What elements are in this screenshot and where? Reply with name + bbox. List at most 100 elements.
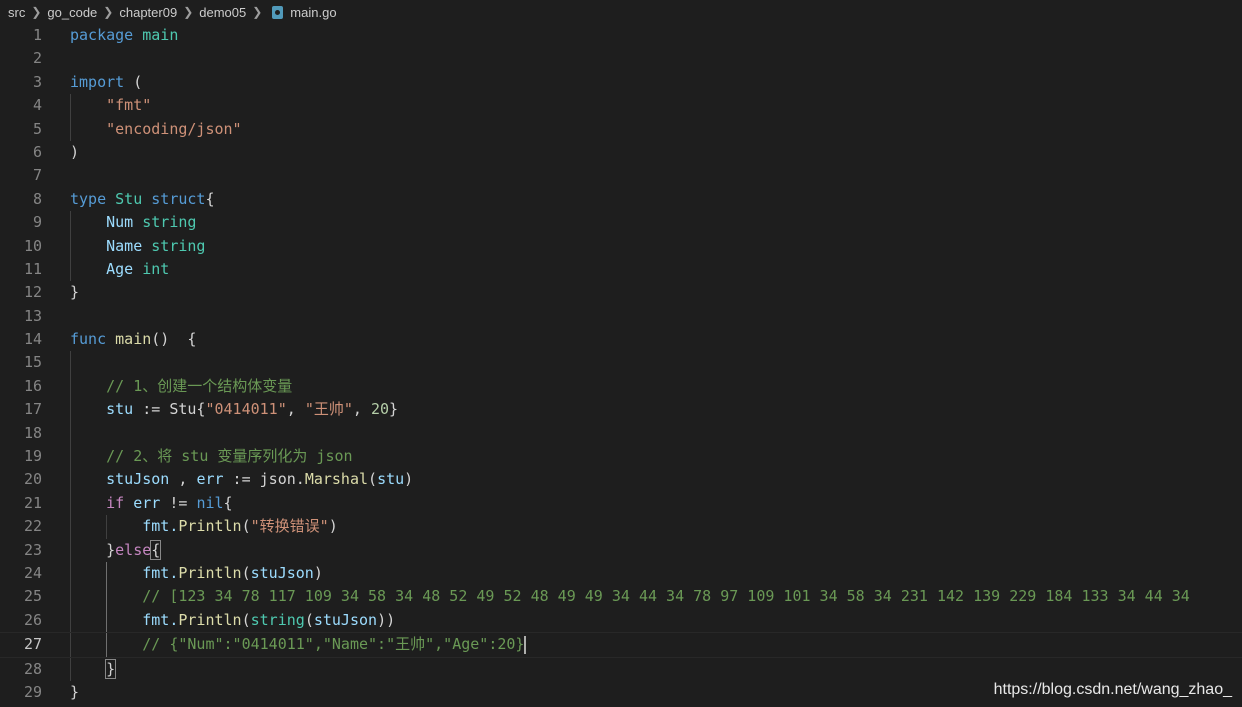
breadcrumb-item-src[interactable]: src bbox=[8, 5, 25, 20]
code-token: } bbox=[389, 400, 399, 419]
code-line[interactable]: 24 fmt.Println(stuJson) bbox=[0, 561, 1242, 586]
line-number: 23 bbox=[23, 540, 42, 559]
code-line-current[interactable]: 27 // {"Num":"0414011","Name":"王帅","Age"… bbox=[0, 632, 1242, 658]
code-token: != bbox=[160, 493, 197, 512]
chevron-right-icon: ❯ bbox=[183, 5, 194, 19]
code-line[interactable]: 10 Name string bbox=[0, 234, 1242, 258]
code-line[interactable]: 7 bbox=[0, 164, 1242, 187]
code-token: ) bbox=[70, 142, 80, 161]
code-token: string bbox=[133, 213, 197, 232]
code-token: package bbox=[70, 26, 134, 44]
line-number: 13 bbox=[23, 306, 42, 325]
code-line[interactable]: 25 // [123 34 78 117 109 34 58 34 48 52 … bbox=[0, 585, 1242, 609]
code-comment: // {"Num":"0414011","Name":"王帅","Age":20… bbox=[142, 635, 525, 654]
code-token: "fmt" bbox=[106, 96, 152, 115]
breadcrumb-item-go-code[interactable]: go_code bbox=[47, 5, 97, 20]
line-number: 9 bbox=[32, 213, 42, 232]
code-token: stuJson bbox=[313, 610, 378, 629]
line-number: 28 bbox=[23, 659, 42, 678]
code-token: fmt. bbox=[142, 517, 179, 536]
code-token: "0414011" bbox=[205, 400, 287, 419]
code-token: err bbox=[196, 470, 224, 489]
code-token: string bbox=[142, 236, 206, 255]
code-comment: // [123 34 78 117 109 34 58 34 48 52 49 … bbox=[142, 587, 1190, 606]
line-number: 5 bbox=[32, 119, 42, 138]
code-line[interactable]: 22 fmt.Println("转换错误") bbox=[0, 515, 1242, 539]
code-token: string bbox=[250, 610, 305, 629]
line-number: 12 bbox=[23, 283, 42, 302]
line-number: 18 bbox=[23, 423, 42, 442]
line-number: 2 bbox=[32, 49, 42, 68]
line-number: 26 bbox=[23, 610, 42, 629]
chevron-right-icon: ❯ bbox=[31, 5, 42, 19]
code-line[interactable]: 26 fmt.Println(string(stuJson)) bbox=[0, 608, 1242, 633]
line-number: 8 bbox=[32, 189, 42, 208]
code-token: ) bbox=[313, 563, 323, 582]
line-number: 20 bbox=[23, 470, 42, 489]
breadcrumb-item-file[interactable]: main.go bbox=[290, 5, 336, 20]
line-number: 17 bbox=[23, 400, 42, 419]
line-number: 11 bbox=[23, 259, 42, 278]
code-line[interactable]: 17 stu := Stu{"0414011", "王帅", 20} bbox=[0, 398, 1242, 422]
code-token: err bbox=[124, 493, 161, 512]
code-token: Println bbox=[178, 563, 242, 582]
breadcrumb-item-chapter09[interactable]: chapter09 bbox=[119, 5, 177, 20]
code-token: Name bbox=[106, 236, 143, 255]
go-file-icon bbox=[272, 5, 284, 19]
breadcrumb: src ❯ go_code ❯ chapter09 ❯ demo05 ❯ mai… bbox=[0, 0, 1242, 24]
code-token: ) bbox=[404, 470, 414, 489]
code-line[interactable]: 12 } bbox=[0, 281, 1242, 304]
code-token: ( bbox=[241, 563, 251, 582]
watermark: https://blog.csdn.net/wang_zhao_ bbox=[993, 681, 1232, 698]
code-token: stu bbox=[106, 400, 134, 419]
code-line[interactable]: 15 bbox=[0, 351, 1242, 375]
code-line[interactable]: 9 Num string bbox=[0, 211, 1242, 235]
code-token: stuJson bbox=[250, 563, 314, 582]
code-line[interactable]: 2 bbox=[0, 47, 1242, 70]
line-number: 27 bbox=[23, 635, 42, 654]
code-token: { bbox=[223, 493, 233, 512]
code-token: { bbox=[205, 189, 215, 208]
line-number: 21 bbox=[23, 493, 42, 512]
code-line[interactable]: 11 Age int bbox=[0, 257, 1242, 282]
code-line[interactable]: 14 func main() { bbox=[0, 328, 1242, 351]
code-line[interactable]: 20 stuJson , err := json.Marshal(stu) bbox=[0, 468, 1242, 492]
code-token: } bbox=[70, 283, 80, 302]
code-line[interactable]: 19 // 2、将 stu 变量序列化为 json bbox=[0, 445, 1242, 469]
code-token: , bbox=[352, 400, 371, 419]
code-token: , bbox=[286, 400, 305, 419]
code-line[interactable]: 6 ) bbox=[0, 141, 1242, 164]
code-line[interactable]: 13 bbox=[0, 305, 1242, 328]
code-line[interactable]: 16 // 1、创建一个结构体变量 bbox=[0, 374, 1242, 399]
code-token: ( bbox=[304, 610, 314, 629]
code-line[interactable]: 28 } bbox=[0, 657, 1242, 681]
code-token: fmt. bbox=[142, 563, 179, 582]
code-token: 20 bbox=[370, 400, 389, 419]
code-line[interactable]: 8 type Stu struct{ bbox=[0, 188, 1242, 211]
code-token: ( bbox=[241, 610, 251, 629]
code-token: := Stu{ bbox=[133, 400, 206, 419]
code-line[interactable]: 18 bbox=[0, 421, 1242, 446]
code-editor[interactable]: 1 package main 2 3 import ( 4 "fmt" 5 "e… bbox=[0, 24, 1242, 704]
code-line[interactable]: 21 if err != nil{ bbox=[0, 491, 1242, 516]
line-number: 1 bbox=[32, 26, 42, 44]
code-line[interactable]: 23 }else{ bbox=[0, 538, 1242, 562]
breadcrumb-item-demo05[interactable]: demo05 bbox=[199, 5, 246, 20]
line-number: 14 bbox=[23, 330, 42, 349]
code-token: struct bbox=[142, 189, 206, 208]
line-number: 24 bbox=[23, 563, 42, 582]
code-token: } bbox=[106, 540, 116, 559]
code-token: "encoding/json" bbox=[106, 119, 242, 138]
code-token: import bbox=[70, 72, 125, 91]
code-token: } bbox=[105, 658, 117, 679]
code-token: stuJson bbox=[106, 470, 170, 489]
code-token: Println bbox=[178, 517, 242, 536]
code-line[interactable]: 3 import ( bbox=[0, 71, 1242, 94]
code-token: { bbox=[150, 539, 162, 560]
code-line[interactable]: 4 "fmt" bbox=[0, 94, 1242, 118]
code-token: ( bbox=[124, 72, 143, 91]
code-token: main bbox=[106, 330, 152, 349]
code-comment: // 1、创建一个结构体变量 bbox=[106, 376, 293, 395]
code-line[interactable]: 5 "encoding/json" bbox=[0, 117, 1242, 141]
code-line[interactable]: 1 package main bbox=[0, 24, 1242, 47]
